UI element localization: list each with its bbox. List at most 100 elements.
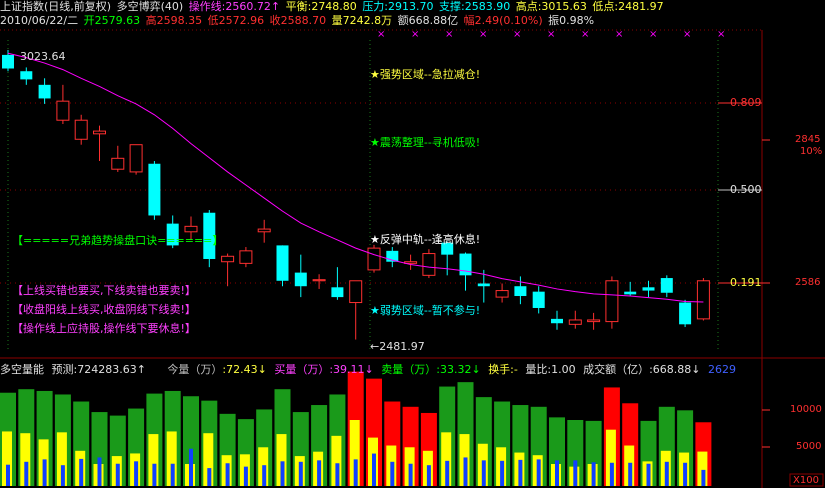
buy-volume-label: 买量（万） xyxy=(274,363,330,376)
volume-bar xyxy=(640,420,657,486)
top-markers: × × × × × × × × × × × xyxy=(377,29,725,40)
support-value: 支撑:2583.90 xyxy=(439,0,511,13)
level-0500: 0.500 xyxy=(730,183,762,196)
candle xyxy=(605,276,619,329)
candle xyxy=(679,299,692,328)
candle xyxy=(111,145,125,172)
volume-bar xyxy=(311,405,328,486)
candle xyxy=(74,114,88,145)
change-value: 幅2.49(0.10%) xyxy=(463,14,543,27)
volume-bar xyxy=(585,420,602,486)
volume-bar xyxy=(530,406,547,486)
volume-bar xyxy=(91,412,108,486)
today-volume-label: 今量（万） xyxy=(167,363,223,376)
volume-unit: X100 xyxy=(793,475,819,486)
volume-bar xyxy=(274,389,291,486)
volume-bar xyxy=(219,413,236,486)
amplitude-value: 振0.98% xyxy=(548,14,595,27)
volume-bar xyxy=(439,386,456,486)
volume-bar xyxy=(54,394,71,486)
marker-x: × xyxy=(445,29,453,40)
volume-bar xyxy=(36,390,53,486)
volume-bar xyxy=(384,401,401,486)
volume-bars-layer xyxy=(0,371,712,486)
turnover-label: 换手: xyxy=(488,363,514,376)
moving-average-line xyxy=(7,52,704,303)
candle xyxy=(276,245,289,287)
volume-bar xyxy=(475,397,492,486)
candle xyxy=(221,253,235,287)
candle xyxy=(441,241,454,276)
candle xyxy=(20,67,33,85)
marker-x: × xyxy=(615,29,623,40)
volume-bar xyxy=(0,392,16,486)
candle xyxy=(2,50,14,72)
marker-x: × xyxy=(547,29,555,40)
candle xyxy=(294,254,307,298)
volume-axis-5000: 5000 xyxy=(796,441,822,452)
trough-label: ←2481.97 xyxy=(370,340,425,353)
candle xyxy=(660,275,673,298)
volume-bar xyxy=(494,401,511,486)
volume-forecast: 预测:724283.63↑ xyxy=(51,363,146,376)
volume-bar xyxy=(128,408,145,486)
volume-bar xyxy=(402,406,419,486)
volume-bar xyxy=(567,420,584,486)
candle xyxy=(93,125,106,162)
candle xyxy=(257,219,271,243)
volume-bar xyxy=(549,417,565,486)
volume-bar xyxy=(256,409,273,486)
zone-weak: ★弱势区域--暂不参与! xyxy=(370,304,481,317)
zone-shock: ★震荡整理--寻机低吸! xyxy=(370,136,481,149)
sell-volume-value: :33.32↓ xyxy=(436,363,481,376)
volume-bar xyxy=(183,396,199,486)
turnover-value: - xyxy=(513,363,518,376)
index-title: 上证指数(日线,前复权) xyxy=(0,0,112,13)
candle xyxy=(642,280,655,298)
volume-header: 多空量能 预测:724283.63↑ 今量（万）:72.43↓ 买量（万）:39… xyxy=(0,363,740,376)
volume-title: 多空量能 xyxy=(0,363,44,376)
marker-x: × xyxy=(683,29,691,40)
date-value: 2010/06/22/二 xyxy=(0,14,79,27)
candle xyxy=(514,276,527,305)
candle xyxy=(239,247,253,268)
low-point-value: 低点:2481.97 xyxy=(592,0,664,13)
marker-x: × xyxy=(479,29,487,40)
sell-volume-label: 卖量（万） xyxy=(381,363,437,376)
header-row-2: 2010/06/22/二 开2579.63 高2598.35 低2572.96 … xyxy=(0,14,596,27)
candle xyxy=(349,280,363,340)
candle xyxy=(532,286,545,314)
today-volume-value: :72.43↓ xyxy=(222,363,267,376)
volume-bar xyxy=(347,371,364,486)
candle xyxy=(551,310,563,330)
volume-value: 量7242.8万 xyxy=(331,14,393,27)
volume-bar xyxy=(677,410,694,486)
candle xyxy=(404,254,418,270)
candle xyxy=(148,161,161,220)
indicator-name: 多空博弈(40) xyxy=(116,0,184,13)
marker-x: × xyxy=(513,29,521,40)
candle xyxy=(331,267,344,300)
right-axis-pct: 10% xyxy=(800,146,823,157)
volume-bar xyxy=(237,419,254,486)
right-axis-2586: 2586 xyxy=(795,277,821,288)
volume-bar xyxy=(512,405,529,486)
volume-bar xyxy=(658,406,675,486)
volume-bar xyxy=(420,412,437,486)
volume-bar xyxy=(73,401,90,486)
marker-x: × xyxy=(649,29,657,40)
candle xyxy=(568,310,582,329)
volume-bar xyxy=(603,387,620,486)
level-0809: 0.809 xyxy=(730,96,762,109)
pressure-value: 压力:2913.70 xyxy=(362,0,434,13)
close-value: 收2588.70 xyxy=(269,14,327,27)
zone-rebound: ★反弹中轨--逢高休息! xyxy=(370,233,481,246)
marker-x: × xyxy=(411,29,419,40)
volume-bar xyxy=(164,390,181,486)
buy-volume-value: :39.11↓ xyxy=(329,363,374,376)
candle xyxy=(495,283,509,303)
candle xyxy=(386,247,399,268)
high-value: 高2598.35 xyxy=(145,14,203,27)
volume-bar xyxy=(329,394,346,486)
candle xyxy=(56,84,70,125)
